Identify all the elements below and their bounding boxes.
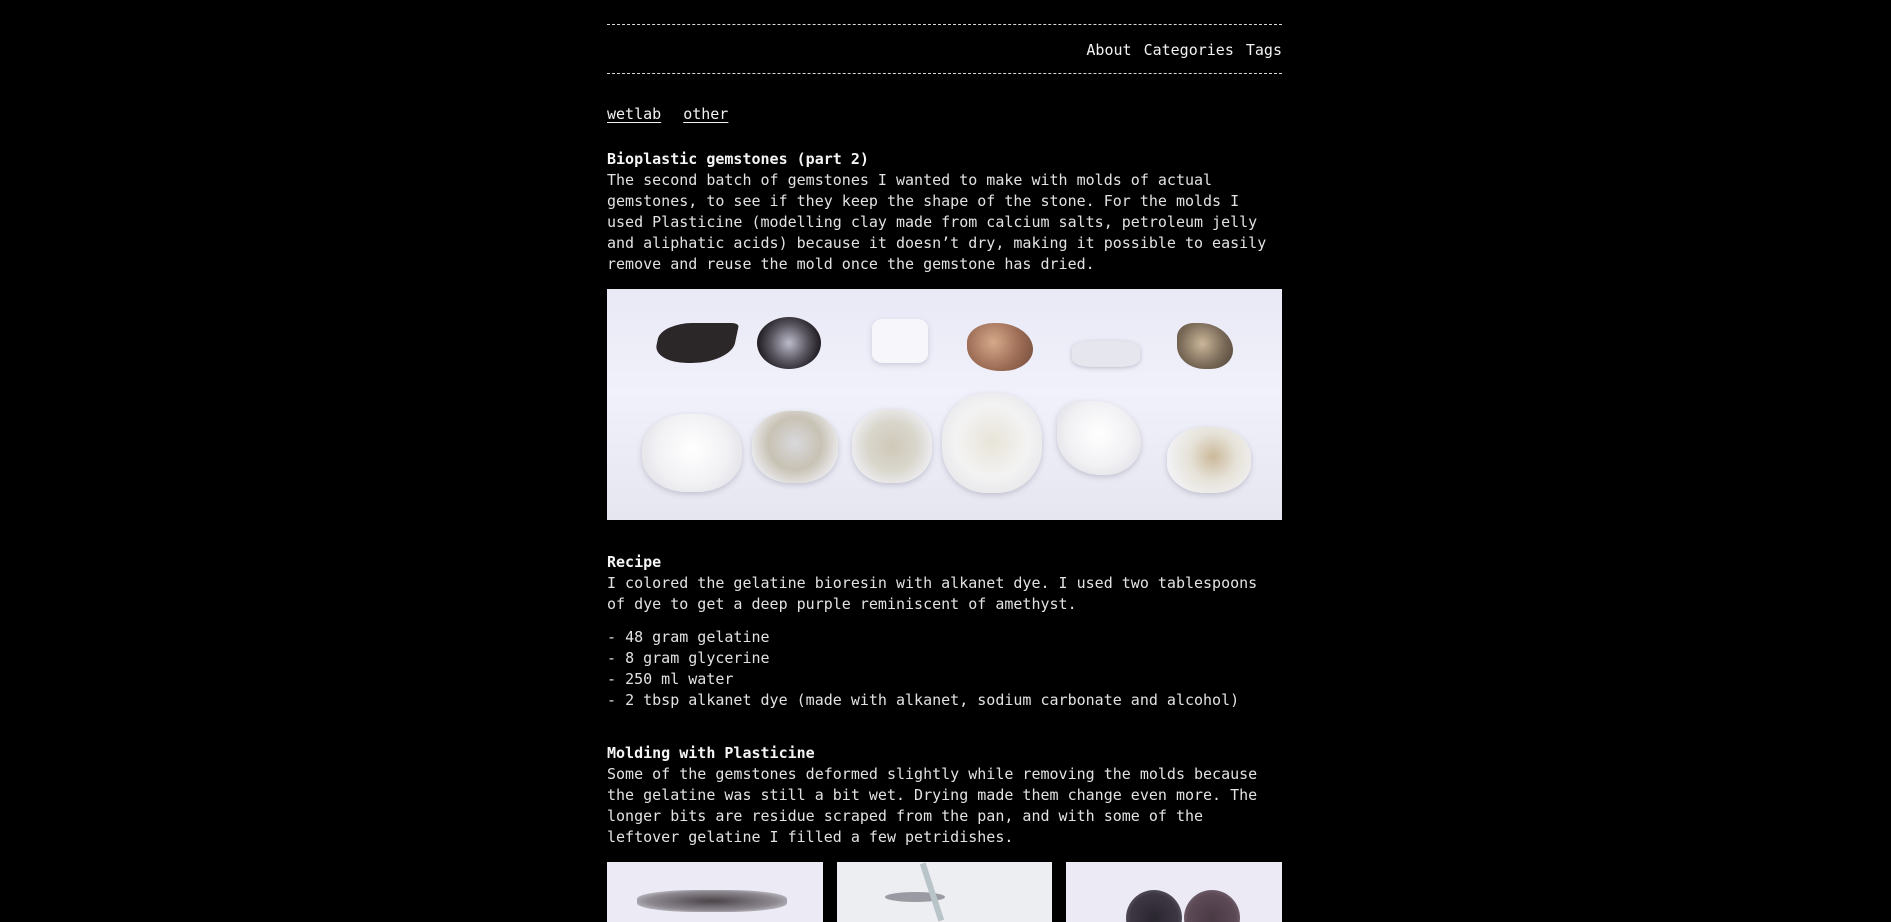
category-link-wetlab[interactable]: wetlab	[607, 105, 661, 123]
post-title: Bioplastic gemstones (part 2)	[607, 150, 869, 168]
mold-5	[1057, 401, 1141, 475]
ingredient-item: 8 gram glycerine	[607, 648, 1282, 669]
gemstones-and-molds-photo	[607, 289, 1282, 520]
clear-quartz-stone	[872, 319, 928, 363]
rough-amber-stone	[967, 323, 1033, 371]
ingredient-item: 48 gram gelatine	[607, 627, 1282, 648]
dark-gemstone-pieces	[637, 890, 787, 912]
recipe-section: Recipe I colored the gelatine bioresin w…	[607, 552, 1282, 711]
nav-tags-link[interactable]: Tags	[1246, 41, 1282, 59]
geode-stone	[757, 317, 821, 369]
post-categories: wetlab other	[607, 105, 1282, 123]
petridish-1	[1126, 890, 1183, 922]
nav-categories-link[interactable]: Categories	[1144, 41, 1234, 59]
recipe-text: I colored the gelatine bioresin with alk…	[607, 574, 1258, 613]
ingredient-item: 2 tbsp alkanet dye (made with alkanet, s…	[607, 690, 1282, 711]
mold-3	[852, 409, 932, 483]
mold-4	[942, 393, 1042, 493]
molding-heading: Molding with Plasticine	[607, 744, 815, 762]
page-column: About Categories Tags wetlab other Bioplast…	[607, 24, 1283, 922]
gallery-photo-1[interactable]	[607, 862, 823, 922]
molding-section: Molding with Plasticine Some of the gems…	[607, 743, 1282, 848]
header-bottom-rule	[607, 73, 1282, 74]
black-stone	[652, 323, 740, 363]
nav-about-link[interactable]: About	[1086, 41, 1131, 59]
gallery-photo-3[interactable]	[1066, 862, 1283, 922]
molding-text: Some of the gemstones deformed slightly …	[607, 765, 1258, 846]
petridish-2	[1184, 890, 1241, 922]
post-intro: The second batch of gemstones I wanted t…	[607, 171, 1267, 273]
mold-1	[642, 414, 742, 492]
ingredient-list: 48 gram gelatine 8 gram glycerine 250 ml…	[607, 627, 1282, 711]
mold-6	[1167, 427, 1251, 493]
category-link-other[interactable]: other	[683, 105, 728, 123]
gallery-photo-2[interactable]	[836, 862, 1053, 922]
main-nav: About Categories Tags	[607, 25, 1282, 73]
mold-2	[752, 411, 838, 483]
pyrite-stone	[1177, 323, 1233, 369]
recipe-heading: Recipe	[607, 553, 662, 571]
ingredient-item: 250 ml water	[607, 669, 1282, 690]
crystal-cluster-stone	[1072, 341, 1140, 367]
photo-gallery	[607, 862, 1283, 922]
